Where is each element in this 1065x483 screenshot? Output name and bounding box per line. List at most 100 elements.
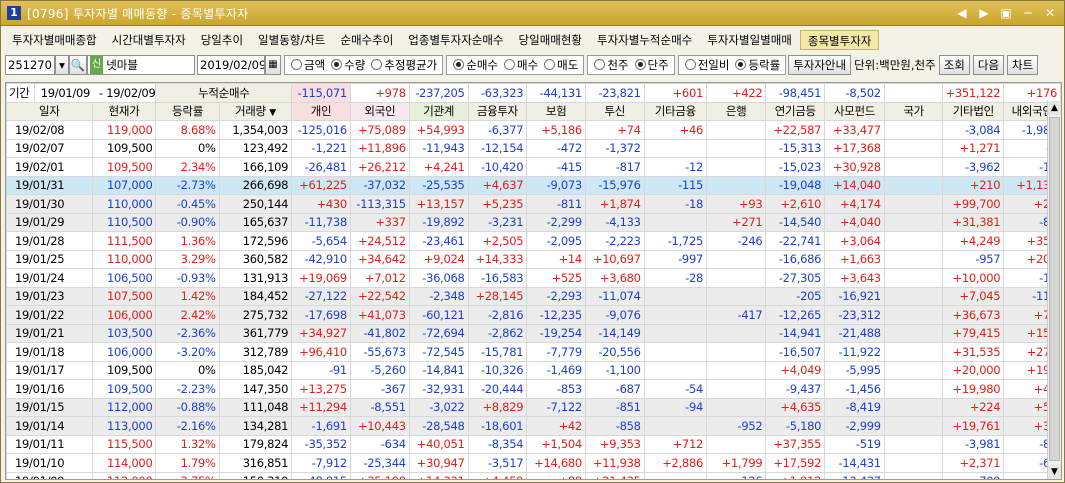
table-row[interactable]: 19/01/23 107,500 1.42% 184,452 -27,122 +22,54… xyxy=(6,286,1061,306)
column-header[interactable]: 사모펀드 xyxy=(824,101,885,121)
column-header[interactable]: 개인 xyxy=(291,101,351,121)
table-cell xyxy=(705,323,767,343)
period-range[interactable]: 19/01/09- 19/02/09 xyxy=(33,83,157,103)
column-header[interactable]: 거래량 ▼ xyxy=(218,101,293,121)
scroll-up-icon[interactable]: ▲ xyxy=(1048,101,1061,115)
column-header[interactable]: 보험 xyxy=(526,101,586,121)
column-header[interactable]: 국가 xyxy=(883,101,944,121)
radio-type-1[interactable]: 수량 xyxy=(331,57,365,73)
next-button[interactable]: 다음 xyxy=(972,54,1005,75)
table-cell: 19/01/17 xyxy=(6,360,93,380)
table-cell: 275,732 xyxy=(218,305,293,325)
chart-button[interactable]: 차트 xyxy=(1007,54,1039,75)
calendar-icon[interactable]: ▦ xyxy=(265,54,281,75)
radio-unit-1[interactable]: 단주 xyxy=(634,57,669,73)
table-cell: -2.36% xyxy=(155,323,220,343)
column-header[interactable]: 투신 xyxy=(584,101,645,121)
tab-2[interactable]: 당일추이 xyxy=(194,30,251,50)
tab-0[interactable]: 투자자별매매종합 xyxy=(5,30,105,50)
table-cell: 113,000 xyxy=(91,416,157,436)
table-row[interactable]: 19/01/10 114,000 1.79% 316,851 -7,912 -25,344… xyxy=(6,453,1061,473)
prev-window-icon[interactable]: ◀ xyxy=(954,5,970,21)
table-row[interactable]: 19/02/01 109,500 2.34% 166,109 -26,481 +26,21… xyxy=(6,157,1061,177)
column-header[interactable]: 금융투자 xyxy=(467,101,528,121)
table-row[interactable]: 19/02/07 109,500 0% 123,492 -1,221 +11,896 -11… xyxy=(6,138,1061,158)
table-row[interactable]: 19/01/29 110,500 -0.90% 165,637 -11,738 +337-… xyxy=(6,212,1061,232)
table-cell xyxy=(883,249,944,269)
scroll-thumb[interactable] xyxy=(1049,117,1060,461)
tab-9[interactable]: 종목별투자자 xyxy=(799,30,880,50)
radio-side-0[interactable]: 순매수 xyxy=(453,57,498,73)
stock-code-input[interactable]: 251270 xyxy=(5,54,55,75)
next-window-icon[interactable]: ▶ xyxy=(976,5,992,21)
table-cell: +11,896 xyxy=(349,138,410,158)
table-row[interactable]: 19/01/16 109,500 -2.23% 147,350 +13,275 -367-… xyxy=(6,379,1061,399)
vertical-scrollbar[interactable]: ▲ ▼ xyxy=(1047,101,1061,479)
table-row[interactable]: 19/01/28 111,500 1.36% 172,596 -5,654 +24,512… xyxy=(6,231,1061,251)
table-row[interactable]: 19/01/14 113,000 -2.16% 134,281 -1,691 +10,44… xyxy=(6,416,1061,436)
cum-value: +422 xyxy=(705,83,767,103)
table-cell: +9,353 xyxy=(584,434,645,454)
table-cell: +10,443 xyxy=(349,416,410,436)
table-cell: -11,738 xyxy=(291,212,351,232)
table-row[interactable]: 19/01/21 103,500 -2.36% 361,779 +34,927 -41,8… xyxy=(6,323,1061,343)
table-row[interactable]: 19/01/17 109,500 0% 185,042 -91 -5,260 -14,841… xyxy=(6,360,1061,380)
tab-5[interactable]: 업종별투자자순매수 xyxy=(401,30,511,50)
column-header[interactable]: 등락률 xyxy=(155,101,220,121)
radio-type-0[interactable]: 금액 xyxy=(291,57,325,73)
table-cell: +30,928 xyxy=(824,157,885,177)
column-header[interactable]: 기타금융 xyxy=(643,101,707,121)
table-row[interactable]: 19/01/31 107,000 -2.73% 266,698 +61,225 -37,0… xyxy=(6,175,1061,195)
table-row[interactable]: 19/01/15 112,000 -0.88% 111,048 +11,294 -8,55… xyxy=(6,397,1061,417)
column-header[interactable]: 은행 xyxy=(705,101,767,121)
table-row[interactable]: 19/01/11 115,500 1.32% 179,824 -35,352 -634 +4… xyxy=(6,434,1061,454)
table-cell: -3,022 xyxy=(408,397,469,417)
table-cell: 8.68% xyxy=(155,120,220,140)
column-header[interactable]: 일자 xyxy=(6,101,93,121)
date-input[interactable]: 2019/02/09 xyxy=(197,54,265,75)
close-icon[interactable]: ✕ xyxy=(1042,5,1058,21)
column-header[interactable]: 현재가 xyxy=(91,101,157,121)
table-row[interactable]: 19/01/25 110,000 3.29% 360,582 -42,910 +34,64… xyxy=(6,249,1061,269)
column-header[interactable]: 기타법인 xyxy=(942,101,1005,121)
table-cell: +99,700 xyxy=(942,194,1005,214)
table-cell: -10,326 xyxy=(467,360,528,380)
screen-menu-icon[interactable]: ▣ xyxy=(998,5,1014,21)
code-dropdown-icon[interactable]: ▾ xyxy=(55,54,69,75)
investor-guide-button[interactable]: 투자자안내 xyxy=(788,54,852,75)
tab-1[interactable]: 시간대별투자자 xyxy=(105,30,194,50)
radio-side-2[interactable]: 매도 xyxy=(544,57,578,73)
table-row[interactable]: 19/01/22 106,000 2.42% 275,732 -17,698 +41,07… xyxy=(6,305,1061,325)
table-row[interactable]: 19/01/18 106,000 -3.20% 312,789 +96,410 -55,6… xyxy=(6,342,1061,362)
stock-name-field[interactable]: 신 넷마블 xyxy=(87,54,195,75)
table-row[interactable]: 19/01/30 110,000 -0.45% 250,144 +430 -113,315… xyxy=(6,194,1061,214)
table-row[interactable]: 19/01/09112,0002.75%150,310-48,815+35,19… xyxy=(6,471,1061,479)
table-cell: -3,231 xyxy=(467,212,528,232)
radio-unit-0[interactable]: 천주 xyxy=(594,57,629,73)
column-header[interactable]: 외국인 xyxy=(349,101,410,121)
column-header[interactable]: 기관계 xyxy=(408,101,469,121)
table-cell: -2,862 xyxy=(467,323,528,343)
table-cell: 19/01/31 xyxy=(6,175,93,195)
tab-4[interactable]: 순매수추이 xyxy=(333,30,401,50)
radio-compare-0[interactable]: 전일비 xyxy=(684,57,729,73)
tab-8[interactable]: 투자자별일별매매 xyxy=(700,30,800,50)
data-grid[interactable]: 기간 19/01/09- 19/02/09 누적순매수 -115,071 +978 -23… xyxy=(5,82,1062,480)
radio-type-2[interactable]: 추정평균가 xyxy=(371,57,437,73)
table-cell xyxy=(705,249,767,269)
column-header[interactable]: 연기금등 xyxy=(765,101,826,121)
table-row[interactable]: 19/01/24 106,500 -0.93% 131,913 +19,069 +7,01… xyxy=(6,268,1061,288)
table-cell: +4,635 xyxy=(765,397,826,417)
query-button[interactable]: 조회 xyxy=(938,54,970,75)
minimize-icon[interactable]: ─ xyxy=(1020,5,1036,21)
tab-3[interactable]: 일별동향/차트 xyxy=(251,30,333,50)
search-icon[interactable]: 🔍 xyxy=(69,54,87,75)
table-row[interactable]: 19/02/08 119,000 8.68% 1,354,003 -125,016 +75… xyxy=(6,120,1061,140)
radio-compare-1[interactable]: 등락률 xyxy=(735,57,780,73)
radio-group-compare: 전일비 등락률 xyxy=(677,54,787,75)
tab-6[interactable]: 당일매매현황 xyxy=(512,30,590,50)
tab-7[interactable]: 투자자별누적순매수 xyxy=(590,30,700,50)
table-cell: 107,500 xyxy=(91,286,157,306)
scroll-down-icon[interactable]: ▼ xyxy=(1048,465,1061,479)
radio-side-1[interactable]: 매수 xyxy=(504,57,538,73)
